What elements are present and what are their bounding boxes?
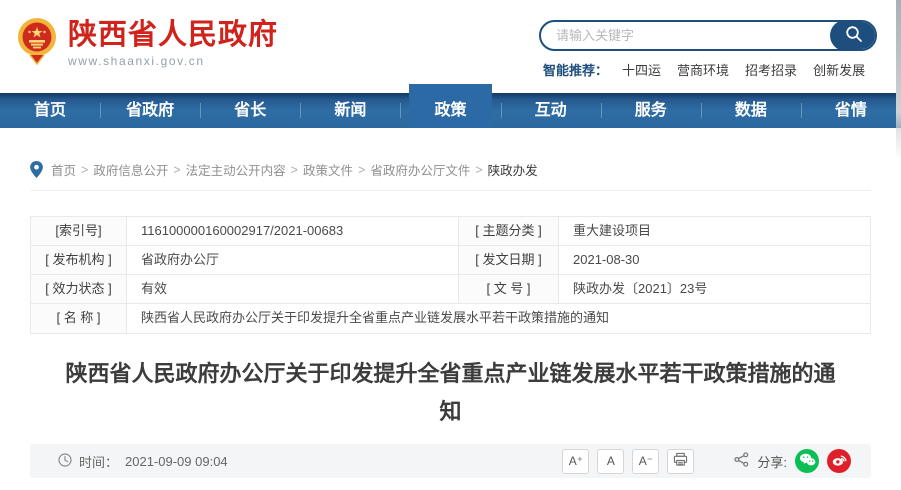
window-edge (896, 0, 901, 160)
breadcrumb-separator: > (173, 163, 180, 177)
validity-status-label: [ 效力状态 ] (31, 275, 127, 304)
time-value: 2021-09-09 09:04 (125, 454, 228, 469)
font-normal-button[interactable]: A (597, 449, 624, 474)
topic-category-label: [ 主题分类 ] (459, 217, 559, 246)
nav-item-province-info[interactable]: 省情 (801, 93, 901, 128)
nav-item-news[interactable]: 新闻 (300, 93, 400, 128)
index-number-label: [索引号] (31, 217, 127, 246)
hot-link-recruitment[interactable]: 招考招录 (745, 60, 797, 79)
search-area: 智能推荐： 十四运 营商环境 招考招录 创新发展 (539, 20, 877, 79)
document-name-label: [ 名 称 ] (31, 304, 127, 333)
breadcrumb-current: 陕政办发 (488, 160, 538, 179)
nav-item-interaction[interactable]: 互动 (501, 93, 601, 128)
hot-link-shisiyun[interactable]: 十四运 (622, 60, 661, 79)
site-header: 陕西省人民政府 www.shaanxi.gov.cn 智能推荐： 十四运 营商环… (0, 0, 901, 93)
main-nav: 首页 省政府 省长 新闻 政策 互动 服务 数据 省情 (0, 93, 901, 128)
font-larger-button[interactable]: A⁺ (562, 449, 589, 474)
breadcrumb-separator: > (291, 163, 298, 177)
nav-item-provincial-gov[interactable]: 省政府 (100, 93, 200, 128)
nav-item-services[interactable]: 服务 (601, 93, 701, 128)
share-group: 分享: (734, 449, 851, 473)
breadcrumb-policy-docs[interactable]: 政策文件 (303, 160, 353, 179)
index-number-value: 116100000160002917/2021-00683 (127, 217, 459, 246)
breadcrumb: 首页 > 政府信息公开 > 法定主动公开内容 > 政策文件 > 省政府办公厅文件… (30, 160, 871, 191)
search-icon (845, 25, 863, 46)
nav-item-data[interactable]: 数据 (701, 93, 801, 128)
issuing-agency-value: 省政府办公厅 (127, 246, 459, 275)
article-title: 陕西省人民政府办公厅关于印发提升全省重点产业链发展水平若干政策措施的通知 (65, 355, 837, 431)
breadcrumb-statutory-disclosure[interactable]: 法定主动公开内容 (186, 160, 286, 179)
share-weibo-button[interactable] (827, 449, 851, 473)
site-logo[interactable]: 陕西省人民政府 www.shaanxi.gov.cn (16, 15, 278, 72)
document-number-label: [ 文 号 ] (459, 275, 559, 304)
document-name-value: 陕西省人民政府办公厅关于印发提升全省重点产业链发展水平若干政策措施的通知 (127, 304, 870, 333)
article-tools: A⁺ A A⁻ (554, 449, 851, 474)
nav-item-home[interactable]: 首页 (0, 93, 100, 128)
hot-link-innovation[interactable]: 创新发展 (813, 60, 865, 79)
breadcrumb-gov-info[interactable]: 政府信息公开 (93, 160, 168, 179)
smart-recommend-label: 智能推荐： (543, 60, 608, 79)
hot-link-business-env[interactable]: 营商环境 (677, 60, 729, 79)
logo-text: 陕西省人民政府 www.shaanxi.gov.cn (68, 19, 278, 67)
site-url: www.shaanxi.gov.cn (68, 54, 278, 68)
article-meta-bar: 时间： 2021-09-09 09:04 A⁺ A A⁻ (30, 444, 871, 478)
share-icon (734, 452, 749, 470)
search-box (539, 20, 877, 51)
validity-status-value: 有效 (127, 275, 459, 304)
topic-category-value: 重大建设项目 (559, 217, 870, 246)
smart-recommend-row: 智能推荐： 十四运 营商环境 招考招录 创新发展 (539, 60, 877, 79)
issue-date-value: 2021-08-30 (559, 246, 870, 275)
issue-date-label: [ 发文日期 ] (459, 246, 559, 275)
font-smaller-button[interactable]: A⁻ (632, 449, 659, 474)
nav-item-governor[interactable]: 省长 (200, 93, 300, 128)
location-pin-icon (30, 161, 43, 178)
national-emblem-icon (16, 15, 58, 72)
breadcrumb-home[interactable]: 首页 (51, 160, 76, 179)
breadcrumb-separator: > (358, 163, 365, 177)
breadcrumb-separator: > (475, 163, 482, 177)
time-label: 时间： (79, 452, 118, 471)
clock-icon (58, 453, 72, 470)
weibo-icon (831, 452, 847, 470)
document-number-value: 陕政办发〔2021〕23号 (559, 275, 870, 304)
printer-icon (673, 452, 688, 470)
breadcrumb-office-docs[interactable]: 省政府办公厅文件 (370, 160, 470, 179)
site-name: 陕西省人民政府 (68, 19, 278, 51)
nav-item-policy[interactable]: 政策 (400, 93, 500, 128)
share-label: 分享: (757, 452, 787, 471)
search-input[interactable] (541, 28, 830, 43)
search-button[interactable] (830, 20, 877, 51)
publish-time: 时间： 2021-09-09 09:04 (58, 452, 228, 471)
share-wechat-button[interactable] (795, 449, 819, 473)
wechat-icon (799, 452, 816, 470)
print-button[interactable] (667, 449, 694, 474)
issuing-agency-label: [ 发布机构 ] (31, 246, 127, 275)
breadcrumb-separator: > (81, 163, 88, 177)
document-info-table: [索引号] 116100000160002917/2021-00683 [ 主题… (30, 216, 871, 334)
